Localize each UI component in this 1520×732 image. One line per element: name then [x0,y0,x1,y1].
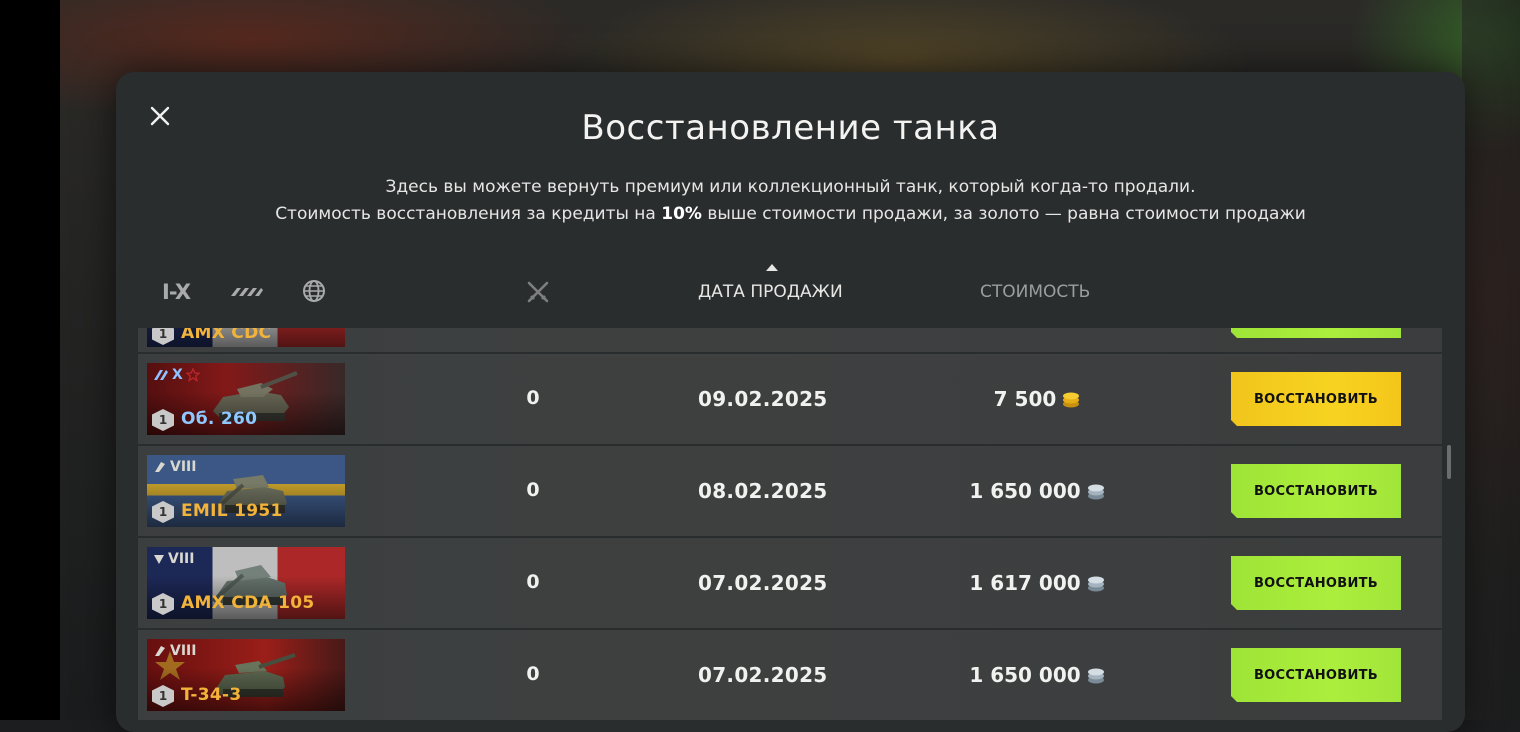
tank-tier: X [153,367,200,383]
restore-cost: 1 617 000 [928,571,1148,595]
table-row: X 1 Об. 260 0 09.02.2025 7 500 ВОССТАНОВ… [138,352,1442,444]
battles-count: 0 [526,387,540,409]
sort-ascending-icon [766,264,778,271]
tank-tier: VIII [153,551,194,567]
credits-icon [1087,576,1104,592]
tank-list[interactable]: 1 AMX CDC X 1 Об. 260 0 09.02.2025 7 500… [138,328,1444,732]
heavy-tank-class-icon [154,370,168,380]
left-black-bar [0,0,60,720]
battles-count: 0 [526,663,540,685]
restore-button[interactable]: ВОССТАНОВИТЬ [1231,648,1401,702]
description-line-2: Стоимость восстановления за кредиты на 1… [275,204,1306,224]
globe-icon [303,280,325,302]
battles-column-header[interactable] [526,280,550,308]
tank-restore-dialog: Восстановление танка Здесь вы можете вер… [116,72,1465,732]
gold-coins-icon [1063,392,1080,408]
tank-tier: VIII [153,643,196,659]
tank-thumbnail[interactable]: VIII 1 AMX CDA 105 [147,547,345,619]
medium-tank-class-icon [155,646,165,656]
collector-star-icon [185,368,200,382]
vehicle-type-filter[interactable] [228,282,264,306]
restore-button[interactable] [1231,328,1401,338]
battles-count: 0 [526,479,540,501]
restore-cost: 1 650 000 [928,663,1148,687]
restore-cost: 7 500 [928,387,1148,411]
restore-button[interactable]: ВОССТАНОВИТЬ [1231,464,1401,518]
vehicle-type-icon [231,288,263,296]
tank-tier: VIII [153,459,196,475]
tank-thumbnail[interactable]: VIII 1 EMIL 1951 [147,455,345,527]
tank-name: Об. 260 [181,409,258,429]
nation-filter[interactable] [302,279,326,307]
tank-destroyer-class-icon [154,555,164,564]
table-row: VIII 1 AMX CDA 105 0 07.02.2025 1 617 00… [138,536,1442,628]
tank-thumbnail[interactable]: X 1 Об. 260 [147,363,345,435]
list-scrollbar[interactable] [1447,445,1451,479]
cost-column-header[interactable]: СТОИМОСТЬ [980,282,1090,302]
description-line-1: Здесь вы можете вернуть премиум или колл… [385,177,1196,197]
tank-name: AMX CDC [181,328,272,343]
medium-tank-class-icon [155,462,165,472]
tier-filter[interactable]: I-X [162,280,191,304]
restore-cost: 1 650 000 [928,479,1148,503]
table-header: I-X ДАТА ПРОДАЖИ СТОИМОСТЬ [140,262,1442,328]
sale-date: 07.02.2025 [698,571,828,595]
right-edge-background [1462,0,1520,720]
tank-thumbnail[interactable]: 1 AMX CDC [147,328,345,347]
sale-date: 07.02.2025 [698,663,828,687]
tank-name: T-34-3 [181,685,242,705]
table-row: VIII 1 T-34-3 0 07.02.2025 1 650 000 ВОС… [138,628,1442,720]
battles-count: 0 [526,571,540,593]
credits-icon [1087,668,1104,684]
tank-name: AMX CDA 105 [181,593,315,613]
sale-date: 08.02.2025 [698,479,828,503]
dialog-description: Здесь вы можете вернуть премиум или колл… [116,174,1465,228]
sale-date: 09.02.2025 [698,387,828,411]
tank-name: EMIL 1951 [181,501,283,521]
tank-thumbnail[interactable]: VIII 1 T-34-3 [147,639,345,711]
table-row: VIII 1 EMIL 1951 0 08.02.2025 1 650 000 … [138,444,1442,536]
credits-icon [1087,484,1104,500]
sale-date-column-header[interactable]: ДАТА ПРОДАЖИ [698,282,843,302]
dialog-title: Восстановление танка [581,108,1000,148]
restore-button[interactable]: ВОССТАНОВИТЬ [1231,556,1401,610]
crossed-swords-icon [527,281,549,303]
restore-button[interactable]: ВОССТАНОВИТЬ [1231,372,1401,426]
